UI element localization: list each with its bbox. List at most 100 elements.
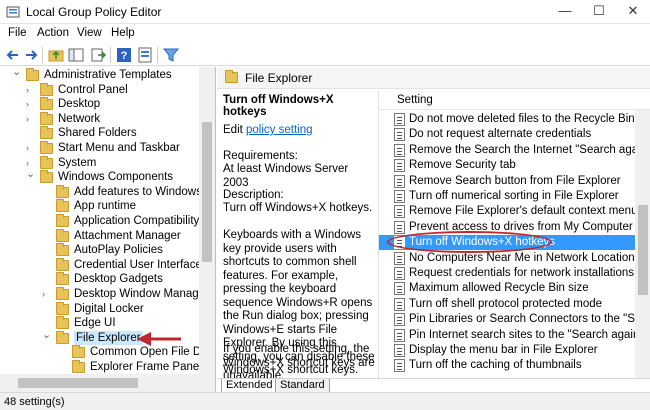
setting-row[interactable]: Turn off shell protocol protected mode xyxy=(379,297,635,312)
setting-row[interactable]: Turn off numerical sorting in File Explo… xyxy=(379,189,635,204)
red-arrow-annotation xyxy=(137,332,181,346)
back-arrow-icon[interactable] xyxy=(4,46,22,64)
tree-item[interactable]: › Desktop Window Manager xyxy=(0,287,209,302)
expanded-arrow-icon[interactable]: ⌄ xyxy=(42,329,52,340)
menu-action[interactable]: Action xyxy=(37,27,69,39)
setting-row[interactable]: Remove Security tab xyxy=(379,158,635,173)
tree-item[interactable]: › Network xyxy=(0,111,199,127)
tree-item[interactable]: Attachment Manager xyxy=(0,228,199,244)
policy-setting-icon xyxy=(394,190,405,203)
tree-item[interactable]: Digital Locker xyxy=(0,301,199,317)
edit-policy-link[interactable]: policy setting xyxy=(246,124,312,136)
export-list-icon[interactable] xyxy=(89,46,107,64)
minimize-icon[interactable]: — xyxy=(548,0,582,24)
tree-scrollbar-thumb[interactable] xyxy=(202,122,212,262)
tree-vertical-scrollbar[interactable] xyxy=(199,67,215,374)
setting-row[interactable]: Do not move deleted files to the Recycle… xyxy=(379,112,635,127)
tab-standard[interactable]: Standard xyxy=(275,379,330,392)
tree-item[interactable]: Credential User Interface xyxy=(0,257,202,273)
maximize-icon[interactable]: ☐ xyxy=(582,0,616,24)
setting-row[interactable]: Pin Internet search sites to the "Search… xyxy=(379,328,650,343)
tree-hscroll-thumb[interactable] xyxy=(18,378,138,388)
up-folder-icon[interactable] xyxy=(47,46,65,64)
setting-row[interactable]: Turn off the caching of thumbnails xyxy=(379,358,635,373)
tree-item[interactable]: Edge UI xyxy=(0,316,199,331)
folder-icon xyxy=(40,155,53,169)
tree-item[interactable]: ⌄ Administrative Templates xyxy=(0,67,199,83)
setting-row[interactable]: Remove the Search the Internet "Search a… xyxy=(379,143,650,158)
setting-row[interactable]: Do not request alternate credentials xyxy=(379,127,635,142)
collapsed-arrow-icon[interactable]: › xyxy=(26,158,36,168)
setting-row[interactable]: Request credentials for network installa… xyxy=(379,266,635,281)
svg-text:?: ? xyxy=(121,50,128,62)
menu-view[interactable]: View xyxy=(77,27,102,39)
tree-item[interactable]: AutoPlay Policies xyxy=(0,243,199,258)
settings-vertical-scrollbar[interactable] xyxy=(635,110,650,378)
tree-item[interactable]: Application Compatibility xyxy=(0,214,199,229)
menu-bar: File Action View Help xyxy=(0,24,650,44)
tree-item[interactable]: › Start Menu and Taskbar xyxy=(0,141,199,156)
menu-file[interactable]: File xyxy=(8,27,27,39)
tree-item[interactable]: Shared Folders xyxy=(0,126,199,141)
tree-item-label: Explorer Frame Pane xyxy=(90,361,200,373)
forward-arrow-icon[interactable] xyxy=(22,46,40,64)
setting-label: Turn off numerical sorting in File Explo… xyxy=(409,190,619,202)
filter-icon[interactable] xyxy=(162,46,180,64)
status-bar: 48 setting(s) xyxy=(0,392,650,410)
setting-label: Pin Internet search sites to the "Search… xyxy=(409,328,650,341)
tree-item[interactable]: ⌄ Windows Components xyxy=(0,169,199,185)
tree-item[interactable]: Explorer Frame Pane xyxy=(0,360,199,375)
folder-icon xyxy=(72,360,85,373)
settings-column-header[interactable]: Setting xyxy=(379,90,650,110)
tree-item[interactable]: › Desktop xyxy=(0,97,199,112)
setting-row[interactable]: No Computers Near Me in Network Location… xyxy=(379,251,640,266)
policy-setting-icon xyxy=(394,359,405,373)
setting-row[interactable]: Remove Search button from File Explorer xyxy=(379,174,635,189)
setting-label: Remove Search button from File Explorer xyxy=(409,174,621,187)
properties-icon[interactable] xyxy=(136,46,154,64)
collapsed-arrow-icon[interactable]: › xyxy=(26,143,36,153)
setting-row[interactable]: Turn off Windows+X hotkeys xyxy=(379,231,635,254)
collapsed-arrow-icon[interactable]: › xyxy=(26,99,36,109)
collapsed-arrow-icon[interactable]: › xyxy=(26,85,36,95)
help-icon[interactable]: ? xyxy=(115,46,133,64)
title-bar: Local Group Policy Editor — ☐ ✕ xyxy=(0,0,650,24)
setting-row[interactable]: Display the menu bar in File Explorer xyxy=(379,343,635,358)
setting-label: Maximum allowed Recycle Bin size xyxy=(409,282,589,295)
tree-item-label: Application Compatibility xyxy=(74,215,200,227)
edit-prefix: Edit xyxy=(223,124,247,136)
tree-item[interactable]: Desktop Gadgets xyxy=(0,272,199,287)
policy-setting-icon xyxy=(394,143,405,157)
folder-icon xyxy=(40,97,53,111)
policy-setting-icon xyxy=(394,205,405,219)
show-hide-tree-icon[interactable] xyxy=(67,46,85,64)
settings-list[interactable]: Setting Do not move deleted files to the… xyxy=(378,90,650,378)
tree-item-label: Edge UI xyxy=(74,317,116,330)
tree-pane[interactable]: ⌄ Administrative Templates › Control Panel ›… xyxy=(0,67,216,392)
setting-label: Do not move deleted files to the Recycle… xyxy=(409,113,635,125)
expanded-arrow-icon[interactable]: ⌄ xyxy=(26,169,36,180)
collapsed-arrow-icon[interactable]: › xyxy=(26,114,36,124)
setting-row[interactable]: Pin Libraries or Search Connectors to th… xyxy=(379,312,650,327)
tree-item[interactable]: › Control Panel xyxy=(0,82,199,98)
expanded-arrow-icon[interactable]: ⌄ xyxy=(12,67,22,78)
close-icon[interactable]: ✕ xyxy=(616,0,650,24)
tree-item-label: Administrative Templates xyxy=(44,69,172,81)
setting-column-label: Setting xyxy=(397,94,433,106)
folder-icon xyxy=(40,111,53,125)
tree-item[interactable]: App runtime xyxy=(0,199,199,214)
menu-help[interactable]: Help xyxy=(111,27,135,39)
description-pane: Turn off Windows+X hotkeys Edit policy s… xyxy=(217,90,377,378)
folder-icon xyxy=(40,141,53,154)
setting-row[interactable]: Remove File Explorer's default context m… xyxy=(379,204,637,219)
tree-horizontal-scrollbar[interactable] xyxy=(0,374,215,392)
folder-icon xyxy=(225,70,238,83)
setting-label: No Computers Near Me in Network Location… xyxy=(409,251,641,264)
tree-item-label: Network xyxy=(58,112,101,125)
settings-scrollbar-thumb[interactable] xyxy=(638,205,648,295)
setting-label: Do not request alternate credentials xyxy=(409,128,592,141)
collapsed-arrow-icon[interactable]: › xyxy=(42,289,52,299)
setting-row[interactable]: Maximum allowed Recycle Bin size xyxy=(379,281,635,296)
tab-extended[interactable]: Extended xyxy=(221,379,278,392)
tree-item[interactable]: Add features to Windows 10 xyxy=(0,184,215,200)
